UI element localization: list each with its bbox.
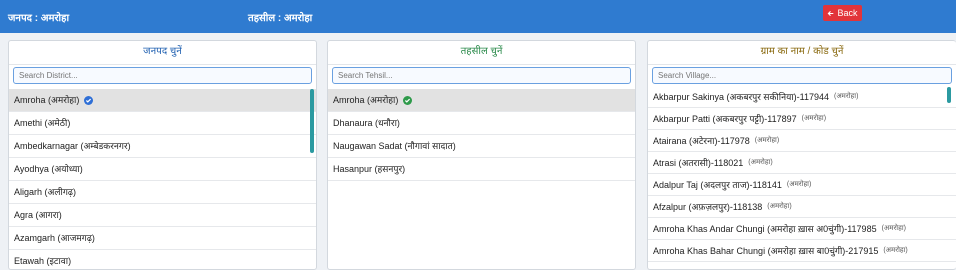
tehsil-item[interactable]: Dhanaura (धनौरा): [328, 112, 635, 135]
tehsil-item-label: Naugawan Sadat (नौगावां सादात): [333, 141, 456, 151]
village-item-label: Akbarpur Sakinya (अकबरपुर सकीनिया)-11794…: [653, 92, 829, 102]
district-panel: जनपद चुनें Amroha (अमरोहा) Amethi (अमेठी…: [8, 40, 317, 270]
village-item-tehsil: (अमरोहा): [834, 93, 859, 100]
district-item-label: Ambedkarnagar (अम्बेडकरनगर): [14, 141, 131, 151]
district-item[interactable]: Amethi (अमेठी): [9, 112, 316, 135]
village-item-tehsil: (अमरोहा): [748, 158, 773, 166]
tehsil-search-input[interactable]: [332, 67, 631, 84]
tehsil-breadcrumb: तहसील : अमरोहा: [248, 13, 313, 24]
district-item[interactable]: Agra (आगरा): [9, 204, 316, 227]
back-label: Back: [837, 8, 858, 18]
district-panel-title: जनपद चुनें: [9, 41, 316, 65]
district-item-label: Etawah (इटावा): [14, 256, 72, 266]
tehsil-panel: तहसील चुनें Amroha (अमरोहा) Dhanaura (धन…: [327, 40, 636, 270]
tehsil-item-label: Amroha (अमरोहा): [333, 95, 399, 105]
village-item-label: Amroha Khas Bahar Chungi (अमरोहा ख़ास बा…: [653, 245, 879, 256]
district-item[interactable]: Aligarh (अलीगढ़): [9, 181, 316, 204]
district-item[interactable]: Ayodhya (अयोध्या): [9, 158, 316, 181]
top-header-bar: जनपद : अमरोहा तहसील : अमरोहा Back: [0, 0, 956, 33]
check-circle-icon: [84, 95, 94, 105]
district-item-label: Aligarh (अलीगढ़): [14, 187, 76, 197]
tehsil-item[interactable]: Hasanpur (हसनपुर): [328, 158, 635, 181]
village-list: Akbarpur Sakinya (अकबरपुर सकीनिया)-11794…: [648, 87, 956, 262]
district-item-label: Amroha (अमरोहा): [14, 95, 80, 105]
tehsil-item[interactable]: Amroha (अमरोहा): [328, 89, 635, 112]
district-item[interactable]: Azamgarh (आजमगढ़): [9, 227, 316, 250]
district-item-label: Amethi (अमेठी): [14, 118, 71, 128]
village-item[interactable]: Afzalpur (अफ़ज़लपुर)-118138 (अमरोहा): [648, 196, 956, 218]
district-item[interactable]: Amroha (अमरोहा): [9, 89, 316, 112]
village-item-tehsil: (अमरोहा): [767, 202, 792, 210]
check-circle-icon: [403, 95, 413, 105]
tehsil-list: Amroha (अमरोहा) Dhanaura (धनौरा) Naugawa…: [328, 89, 635, 181]
village-item-tehsil: (अमरोहा): [786, 180, 812, 188]
village-item-label: Adalpur Taj (अदलपुर ताज)-118141: [653, 179, 782, 190]
district-list: Amroha (अमरोहा) Amethi (अमेठी) Ambedkarn…: [9, 89, 316, 269]
district-item-label: Azamgarh (आजमगढ़): [14, 233, 95, 243]
village-panel: ग्राम का नाम / कोड चुनें Akbarpur Sakiny…: [647, 40, 956, 270]
district-item-label: Ayodhya (अयोध्या): [14, 164, 83, 174]
tehsil-item-label: Hasanpur (हसनपुर): [333, 164, 406, 174]
tehsil-item-label: Dhanaura (धनौरा): [333, 118, 400, 128]
district-item[interactable]: Ambedkarnagar (अम्बेडकरनगर): [9, 135, 316, 158]
village-panel-title: ग्राम का नाम / कोड चुनें: [648, 41, 956, 65]
village-item[interactable]: Atairana (अटेरना)-117978 (अमरोहा): [648, 130, 956, 152]
village-item-label: Atairana (अटेरना)-117978: [653, 135, 750, 146]
village-item-label: Amroha Khas Andar Chungi (अमरोहा ख़ास अ0…: [653, 223, 877, 234]
village-item[interactable]: Atrasi (अतरासी)-118021 (अमरोहा): [648, 152, 956, 174]
village-item-label: Atrasi (अतरासी)-118021: [653, 157, 744, 168]
district-breadcrumb: जनपद : अमरोहा: [8, 13, 70, 24]
village-item-tehsil: (अमरोहा): [881, 224, 906, 232]
district-scrollbar[interactable]: [310, 89, 314, 153]
village-item[interactable]: Akbarpur Sakinya (अकबरपुर सकीनिया)-11794…: [648, 87, 956, 108]
village-item[interactable]: Amroha Khas Andar Chungi (अमरोहा ख़ास अ0…: [648, 218, 956, 240]
village-item-label: Akbarpur Patti (अकबरपुर पट्टी)-117897: [653, 113, 797, 124]
village-item[interactable]: Adalpur Taj (अदलपुर ताज)-118141 (अमरोहा): [648, 174, 956, 196]
village-item-tehsil: (अमरोहा): [883, 246, 908, 254]
village-item-tehsil: (अमरोहा): [801, 114, 827, 122]
village-search-input[interactable]: [652, 67, 952, 84]
arrow-left-icon: [828, 10, 834, 16]
tehsil-item[interactable]: Naugawan Sadat (नौगावां सादात): [328, 135, 635, 158]
village-scrollbar[interactable]: [947, 87, 951, 103]
village-item-tehsil: (अमरोहा): [754, 136, 780, 144]
village-item[interactable]: Akbarpur Patti (अकबरपुर पट्टी)-117897 (अम…: [648, 108, 956, 130]
district-search-input[interactable]: [13, 67, 312, 84]
village-item-label: Afzalpur (अफ़ज़लपुर)-118138: [653, 201, 763, 212]
tehsil-panel-title: तहसील चुनें: [328, 41, 635, 65]
district-item[interactable]: Etawah (इटावा): [9, 250, 316, 269]
district-item-label: Agra (आगरा): [14, 210, 62, 220]
village-item[interactable]: Amroha Khas Bahar Chungi (अमरोहा ख़ास बा…: [648, 240, 956, 262]
back-button[interactable]: Back: [823, 5, 862, 21]
